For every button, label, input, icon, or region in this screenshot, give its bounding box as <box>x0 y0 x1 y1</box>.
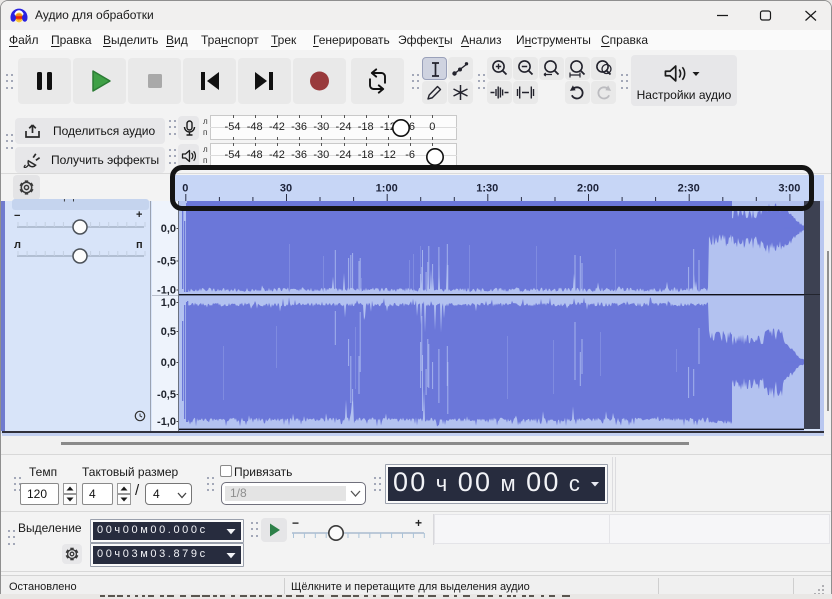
svg-text:1,0: 1,0 <box>161 297 176 309</box>
svg-text:-1,0: -1,0 <box>157 416 176 428</box>
svg-text:-0,5: -0,5 <box>157 389 176 401</box>
svg-text:0,5: 0,5 <box>161 326 176 338</box>
svg-text:0,0: 0,0 <box>161 223 176 235</box>
svg-text:-1,0: -1,0 <box>157 285 176 297</box>
svg-text:-0,5: -0,5 <box>157 256 176 268</box>
svg-text:0,0: 0,0 <box>161 357 176 369</box>
